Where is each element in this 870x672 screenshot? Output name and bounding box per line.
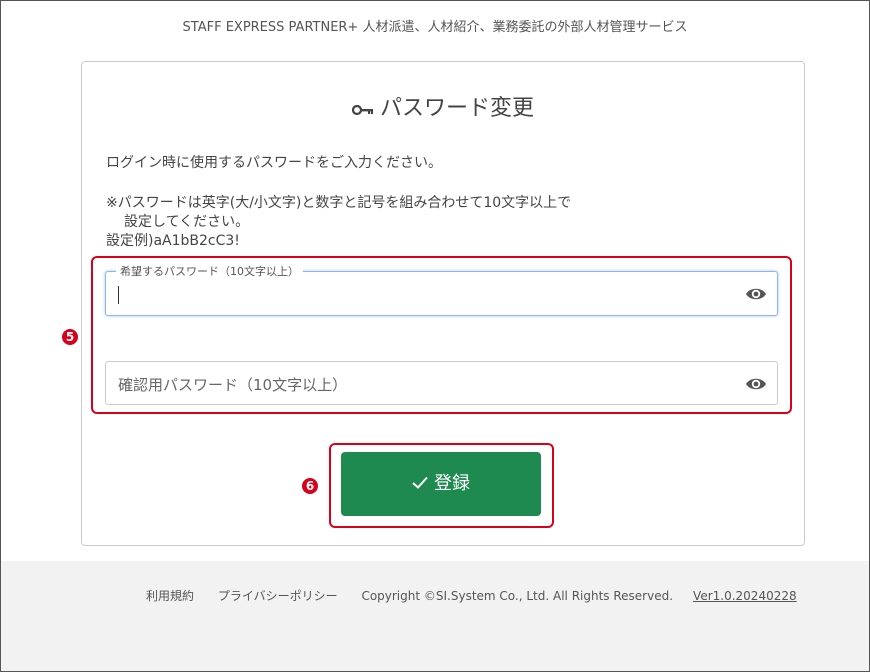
key-icon bbox=[351, 97, 374, 122]
copyright-text: Copyright ©SI.System Co., Ltd. All Right… bbox=[361, 589, 674, 603]
confirm-password-field[interactable]: 確認用パスワード（10文字以上） bbox=[105, 361, 778, 405]
confirm-password-placeholder: 確認用パスワード（10文字以上） bbox=[118, 376, 348, 394]
eye-icon[interactable] bbox=[745, 286, 767, 306]
register-button[interactable]: 登録 bbox=[341, 452, 541, 516]
eye-icon[interactable] bbox=[745, 376, 767, 396]
check-icon bbox=[412, 452, 428, 516]
version-link[interactable]: Ver1.0.20240228 bbox=[693, 589, 797, 603]
privacy-policy-link[interactable]: プライバシーポリシー bbox=[218, 589, 338, 603]
service-tagline: STAFF EXPRESS PARTNER+ 人材派遣、人材紹介、業務委託の外部… bbox=[182, 20, 688, 35]
terms-link[interactable]: 利用規約 bbox=[146, 589, 194, 603]
register-button-label: 登録 bbox=[434, 473, 470, 494]
note-line-1: ※パスワードは英字(大/小文字)と数字と記号を組み合わせて10文字以上で bbox=[106, 195, 572, 211]
annotation-marker-6: 6 bbox=[302, 478, 318, 494]
intro-text: ログイン時に使用するパスワードをご入力ください。 bbox=[106, 155, 442, 171]
page-title-text: パスワード変更 bbox=[379, 96, 534, 121]
annotation-marker-5: 5 bbox=[62, 329, 78, 345]
password-field[interactable]: 希望するパスワード（10文字以上） bbox=[105, 263, 778, 316]
footer: 利用規約 プライバシーポリシー Copyright ©SI.System Co.… bbox=[1, 561, 869, 671]
password-field-label: 希望するパスワード（10文字以上） bbox=[116, 263, 303, 279]
page-title: パスワード変更 bbox=[82, 90, 804, 122]
note-line-2: 設定してください。 bbox=[124, 214, 250, 230]
password-rule-note: ※パスワードは英字(大/小文字)と数字と記号を組み合わせて10文字以上で 設定し… bbox=[106, 194, 571, 251]
footer-links: 利用規約 プライバシーポリシー Copyright ©SI.System Co.… bbox=[146, 587, 797, 604]
note-example: 設定例)aA1bB2cC3! bbox=[106, 233, 240, 249]
text-caret bbox=[118, 286, 119, 304]
